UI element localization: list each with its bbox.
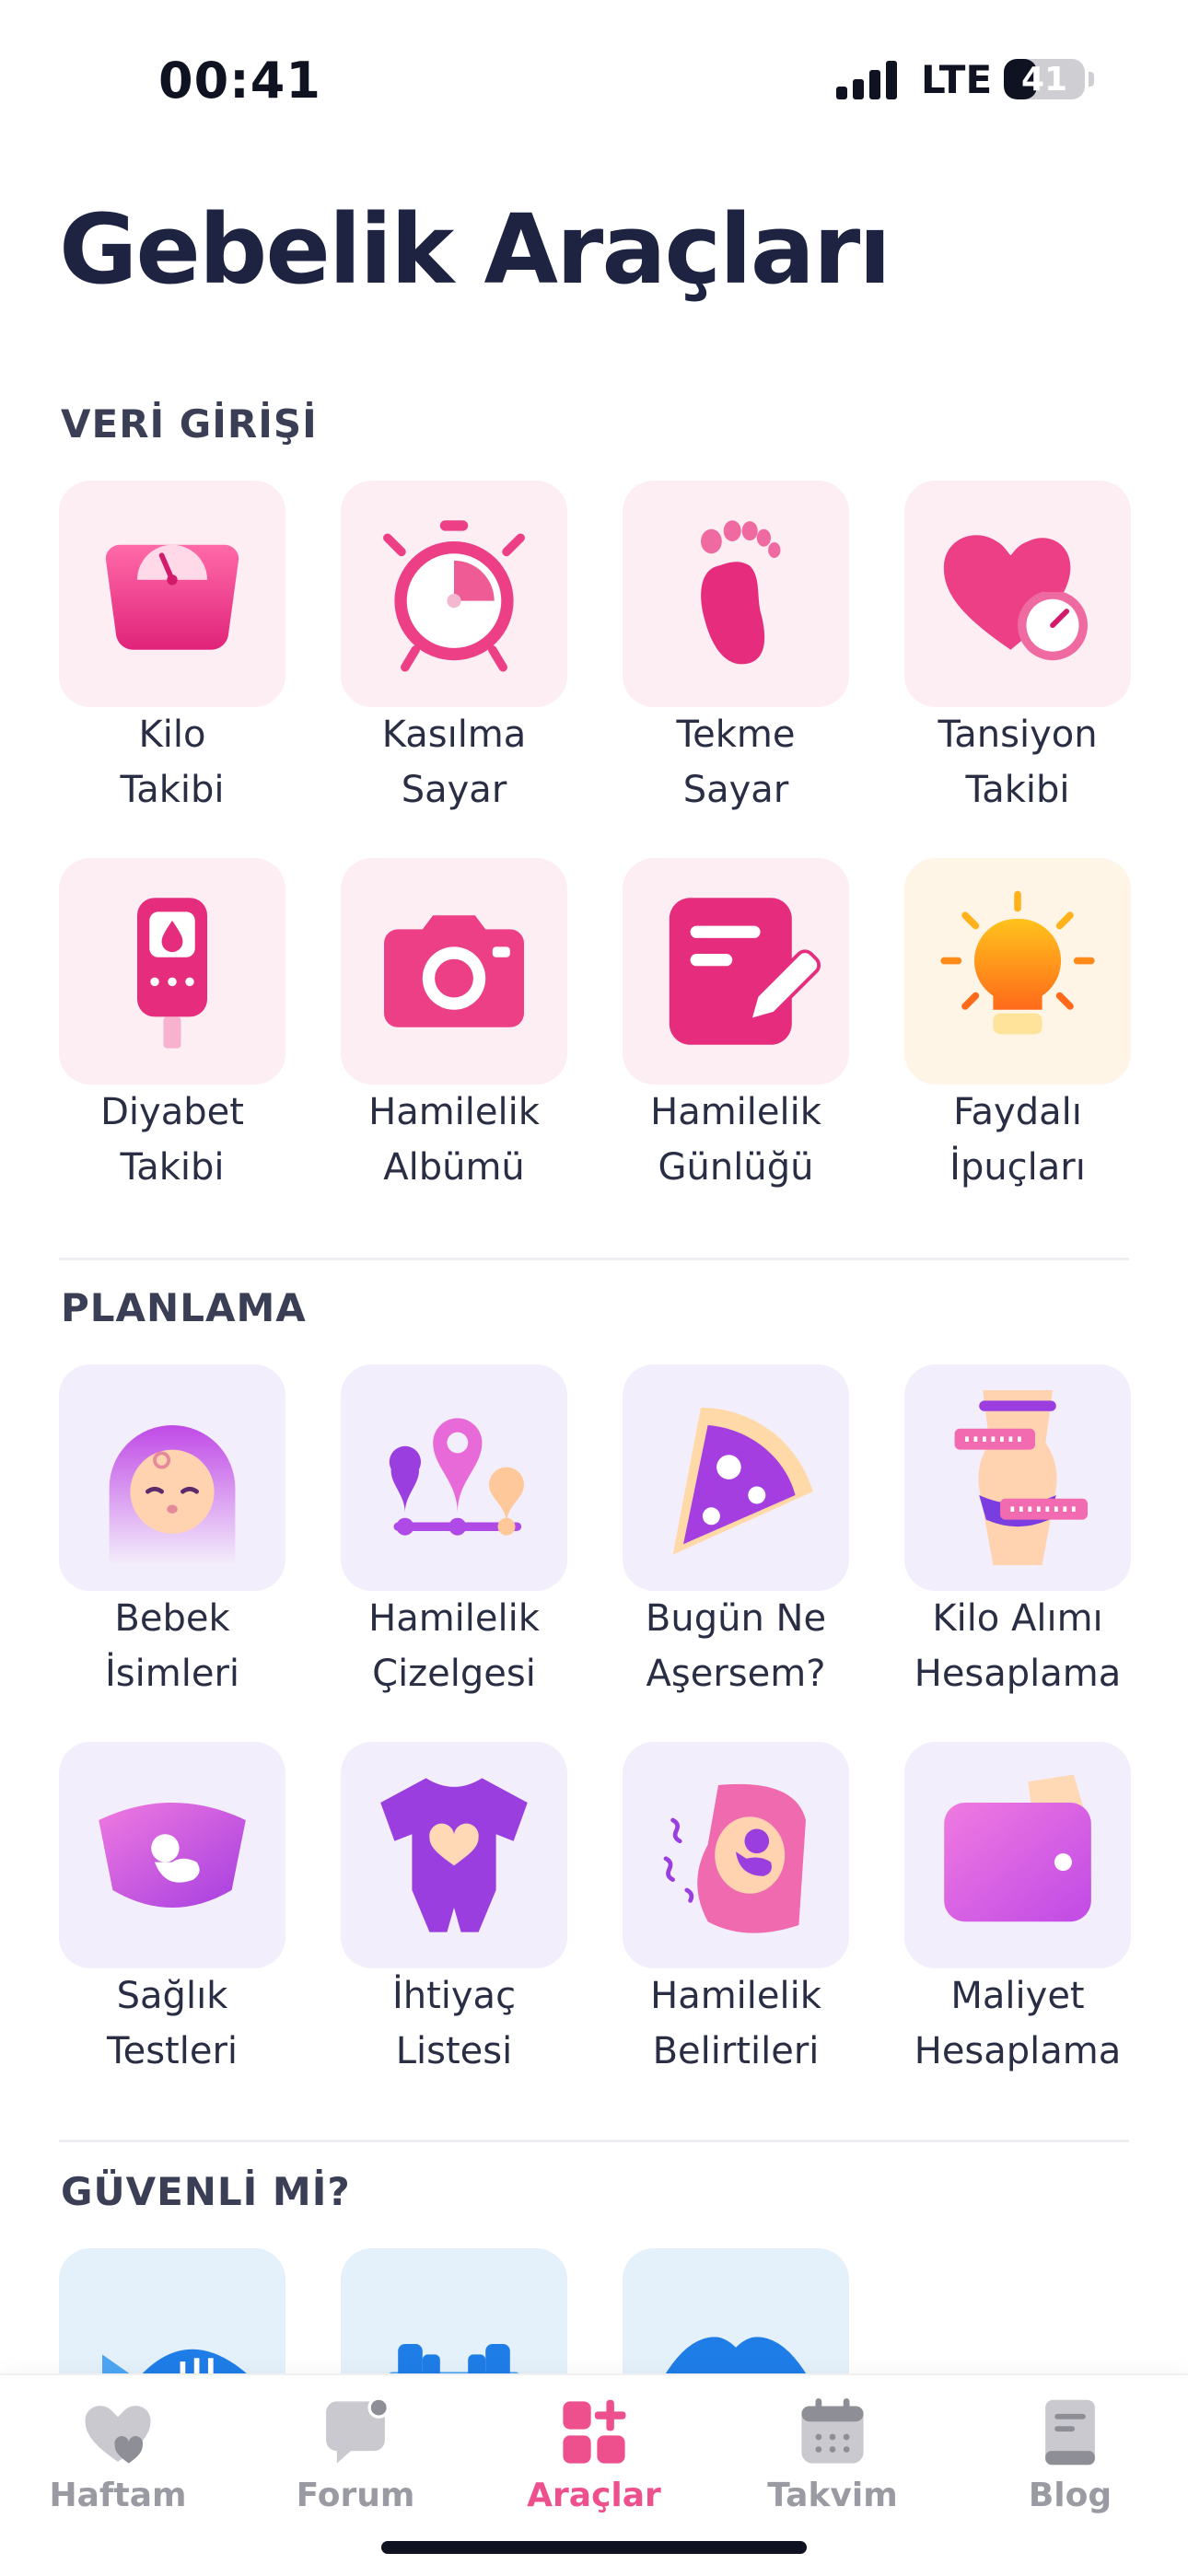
network-type: LTE xyxy=(921,57,993,102)
section-label-data-entry: VERİ GİRİŞİ xyxy=(61,401,318,447)
nav-label: Takvim xyxy=(767,2477,898,2514)
nav-forum[interactable]: Forum xyxy=(263,2394,448,2514)
heart-gauge-icon xyxy=(943,535,1088,661)
tool-pregnancy-journal[interactable] xyxy=(623,858,849,1085)
camera-icon xyxy=(384,915,524,1027)
battery-percent: 41 xyxy=(1020,61,1068,99)
nav-label: Forum xyxy=(296,2477,415,2514)
baby-icon xyxy=(109,1425,236,1565)
nav-haftam[interactable]: Haftam xyxy=(26,2394,210,2514)
nav-blog[interactable]: Blog xyxy=(978,2394,1162,2514)
status-time: 00:41 xyxy=(158,52,321,110)
tool-blood-pressure[interactable] xyxy=(904,481,1131,707)
tool-pregnancy-album[interactable] xyxy=(341,858,567,1085)
battery-icon: 41 xyxy=(1004,59,1085,99)
tool-cost-calculator[interactable] xyxy=(904,1742,1131,1968)
calendar-icon xyxy=(801,2398,864,2464)
tool-label: Hamilelik Günlüğü xyxy=(650,1091,821,1189)
nav-araclar[interactable]: Araçlar xyxy=(502,2394,686,2514)
tool-label: Faydalı İpuçları xyxy=(949,1091,1086,1189)
tool-pregnancy-symptoms[interactable] xyxy=(623,1742,849,1968)
chat-bubble-icon xyxy=(326,2396,390,2464)
tool-kick-counter[interactable] xyxy=(623,481,849,707)
glucose-meter-icon xyxy=(137,898,207,1049)
nav-label: Haftam xyxy=(49,2477,187,2514)
tool-label: Bebek İsimleri xyxy=(105,1597,239,1695)
tool-label: Bugün Ne Aşersem? xyxy=(645,1597,827,1695)
section-label-planning: PLANLAMA xyxy=(61,1285,307,1330)
status-bar: 00:41 LTE 41 xyxy=(0,0,1188,157)
alarm-clock-icon xyxy=(383,520,525,672)
tool-label: Sağlık Testleri xyxy=(106,1975,239,2072)
tool-diabetes-tracking[interactable] xyxy=(59,858,285,1085)
tool-needs-list[interactable] xyxy=(341,1742,567,1968)
tool-label: Kilo Alımı Hesaplama xyxy=(914,1597,1122,1695)
tool-label: Kilo Takibi xyxy=(120,714,225,811)
battery-cap xyxy=(1089,72,1094,87)
signal-icon xyxy=(836,59,901,99)
journal-edit-icon xyxy=(669,898,821,1045)
heart-nav-icon xyxy=(85,2406,151,2464)
tool-label: Maliyet Hesaplama xyxy=(914,1975,1122,2072)
tool-health-tests[interactable] xyxy=(59,1742,285,1968)
tool-label: Tansiyon Takibi xyxy=(938,714,1098,811)
tool-label: Hamilelik Albümü xyxy=(368,1091,540,1189)
pregnant-belly-icon xyxy=(663,1783,806,1933)
section-divider xyxy=(59,1258,1129,1260)
tools-grid-icon xyxy=(563,2399,626,2464)
ultrasound-icon xyxy=(99,1803,246,1908)
tool-cravings[interactable] xyxy=(623,1364,849,1591)
tool-contraction-counter[interactable] xyxy=(341,481,567,707)
baby-onesie-icon xyxy=(380,1778,528,1932)
light-bulb-icon xyxy=(940,890,1095,1035)
tool-label: İhtiyaç Listesi xyxy=(391,1975,517,2072)
nav-takvim[interactable]: Takvim xyxy=(740,2394,925,2514)
body-measure-icon xyxy=(954,1390,1088,1565)
section-label-is-safe: GÜVENLİ Mİ? xyxy=(61,2169,351,2214)
tool-baby-names[interactable] xyxy=(59,1364,285,1591)
footprint-icon xyxy=(701,520,781,665)
tool-label: Kasılma Sayar xyxy=(381,714,527,811)
home-indicator xyxy=(381,2541,807,2554)
tool-weight-gain-calculator[interactable] xyxy=(904,1364,1131,1591)
tool-label: Tekme Sayar xyxy=(676,714,796,811)
tool-pregnancy-timeline[interactable] xyxy=(341,1364,567,1591)
tool-useful-tips[interactable] xyxy=(904,858,1131,1085)
nav-label: Araçlar xyxy=(527,2477,661,2514)
page-title: Gebelik Araçları xyxy=(59,193,891,306)
tool-weight-tracking[interactable] xyxy=(59,481,285,707)
timeline-pins-icon xyxy=(389,1418,524,1536)
blog-book-icon xyxy=(1045,2399,1095,2466)
tool-label: Hamilelik Çizelgesi xyxy=(368,1597,540,1695)
tool-label: Diyabet Takibi xyxy=(100,1091,244,1189)
section-divider xyxy=(59,2140,1129,2142)
tool-label: Hamilelik Belirtileri xyxy=(650,1975,821,2072)
pizza-icon xyxy=(672,1408,813,1555)
wallet-icon xyxy=(944,1774,1091,1922)
nav-label: Blog xyxy=(1028,2477,1112,2514)
scale-icon xyxy=(105,544,239,650)
